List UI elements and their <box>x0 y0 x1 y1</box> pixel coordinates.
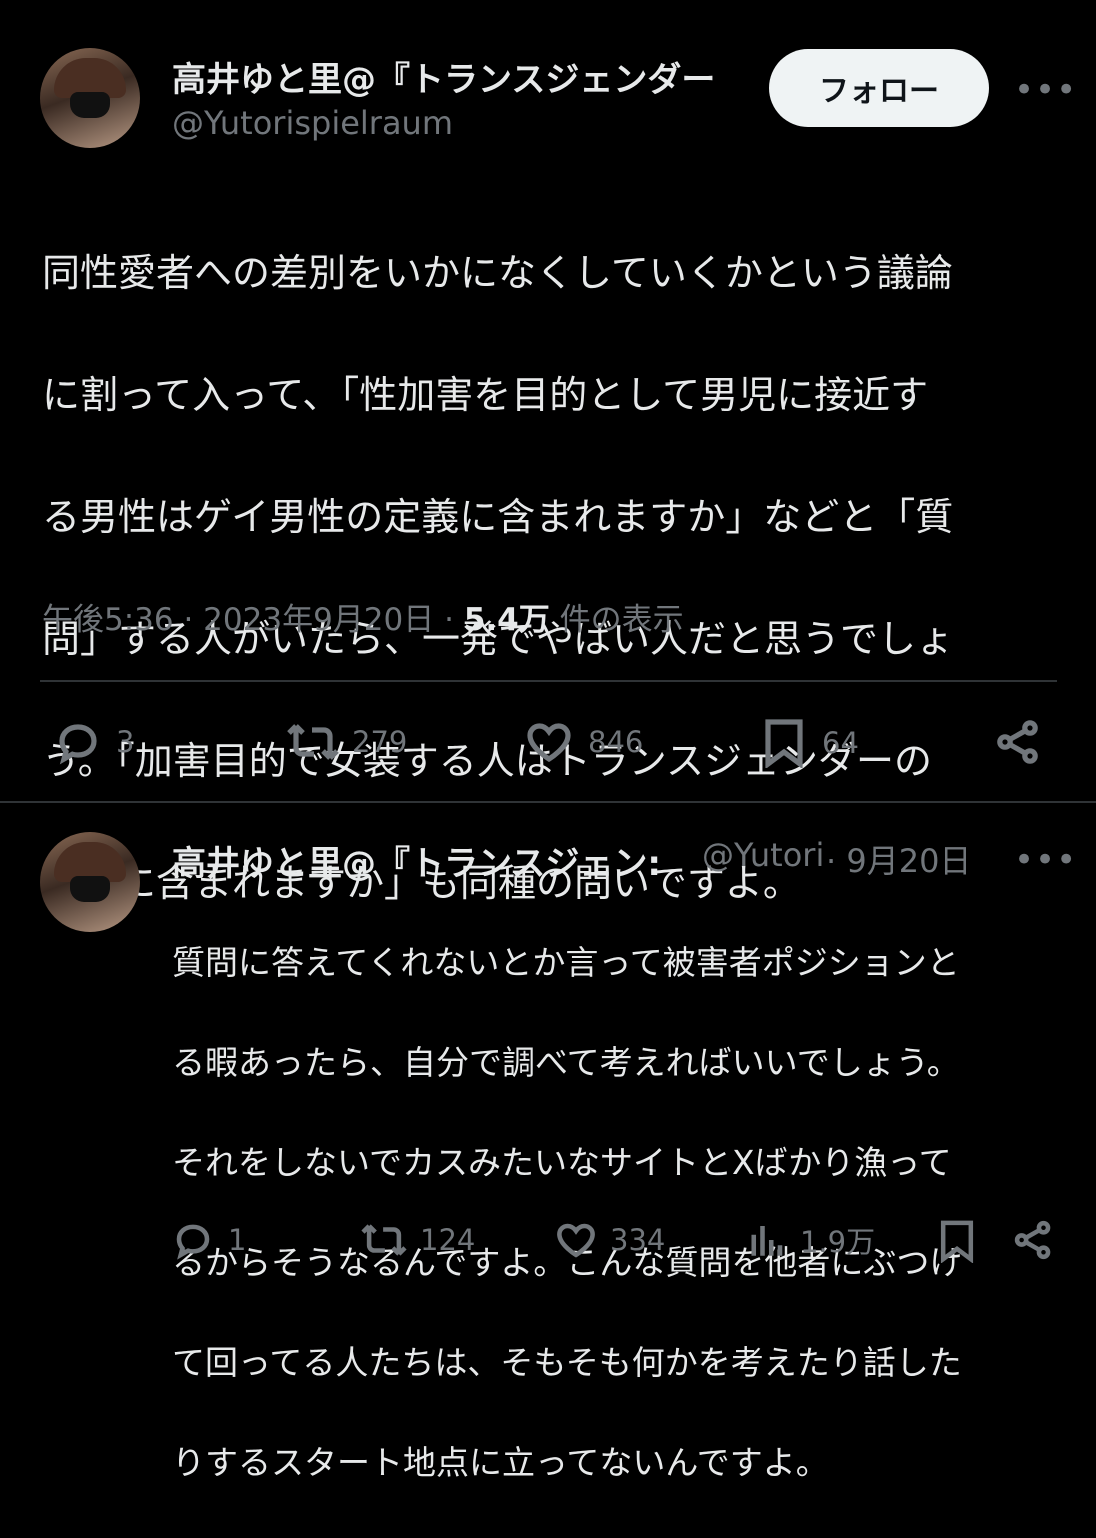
reply-views-button[interactable]: 1.9万 <box>746 1219 875 1261</box>
retweet-count: 124 <box>420 1223 476 1257</box>
retweet-icon <box>361 1224 407 1256</box>
views-count[interactable]: 5.4万 <box>464 602 550 638</box>
share-icon <box>1014 1220 1051 1260</box>
tweet-meta: 午後5:36 · 2023年9月20日 · 5.4万 件の表示 <box>42 594 684 639</box>
reply-line: りするスタート地点に立ってないんですよ。 <box>172 1443 829 1482</box>
reply-icon <box>59 724 97 765</box>
reply-date[interactable]: · 9月20日 <box>826 836 971 882</box>
reply-line: それをしないでカスみたいなサイトとXばかり漁って <box>172 1143 952 1182</box>
reply-button[interactable]: 3 <box>54 718 134 766</box>
views-icon <box>751 1226 783 1256</box>
tweet-line: 同性愛者への差別をいかになくしていくかという議論 <box>42 251 953 295</box>
divider <box>40 680 1057 682</box>
bookmark-count: 64 <box>822 726 859 760</box>
reply-share-button[interactable] <box>1012 1219 1054 1261</box>
reply-icon <box>176 1224 210 1260</box>
reply-count: 1 <box>228 1223 247 1257</box>
views-label: 件の表示 <box>549 602 684 638</box>
author-avatar[interactable] <box>40 48 140 148</box>
reply-line: 質問に答えてくれないとか言って被害者ポジションと <box>172 943 960 982</box>
like-icon <box>527 723 571 763</box>
reply-text: 質問に答えてくれないとか言って被害者ポジションと る暇あったら、自分で調べて考え… <box>172 888 1072 1538</box>
author-name[interactable]: 高井ゆと里@『トランスジェンダー <box>172 52 752 101</box>
like-button[interactable]: 846 <box>524 718 643 766</box>
like-count: 334 <box>610 1223 666 1257</box>
bookmark-icon <box>765 719 803 768</box>
reply-reply-button[interactable]: 1 <box>172 1219 246 1261</box>
more-icon[interactable]: ••• <box>1014 840 1077 880</box>
author-handle[interactable]: @Yutorispielraum <box>172 104 453 142</box>
follow-button[interactable]: フォロー <box>769 49 989 127</box>
retweet-icon <box>287 724 339 760</box>
retweet-button[interactable]: 279 <box>286 718 407 766</box>
views-count: 1.9万 <box>800 1225 876 1259</box>
divider <box>0 801 1096 803</box>
retweet-count: 279 <box>352 725 408 759</box>
more-icon[interactable]: ••• <box>1014 70 1077 110</box>
tweet-timestamp[interactable]: 午後5:36 · 2023年9月20日 · <box>42 602 464 638</box>
share-icon <box>997 720 1038 764</box>
reply-retweet-button[interactable]: 124 <box>360 1219 475 1261</box>
reply-avatar[interactable] <box>40 832 140 932</box>
reply-bookmark-button[interactable] <box>938 1219 976 1263</box>
reply-like-button[interactable]: 334 <box>554 1219 665 1261</box>
reply-author-handle[interactable]: @Yutori <box>702 836 824 874</box>
bookmark-icon <box>940 1220 974 1263</box>
share-button[interactable] <box>994 718 1042 766</box>
reply-line: て回ってる人たちは、そもそも何かを考えたり話した <box>172 1343 962 1382</box>
reply-line: る暇あったら、自分で調べて考えればいいでしょう。 <box>172 1043 960 1082</box>
reply-author-name[interactable]: 高井ゆと里@『トランスジェン: <box>172 836 690 885</box>
like-count: 846 <box>588 725 644 759</box>
bookmark-button[interactable]: 64 <box>762 718 859 768</box>
like-icon <box>557 1223 595 1258</box>
tweet-line: る男性はゲイ男性の定義に含まれますか」などと「質 <box>42 495 954 539</box>
reply-count: 3 <box>116 725 135 759</box>
tweet-line: に割って入って、「性加害を目的として男児に接近す <box>42 373 929 417</box>
